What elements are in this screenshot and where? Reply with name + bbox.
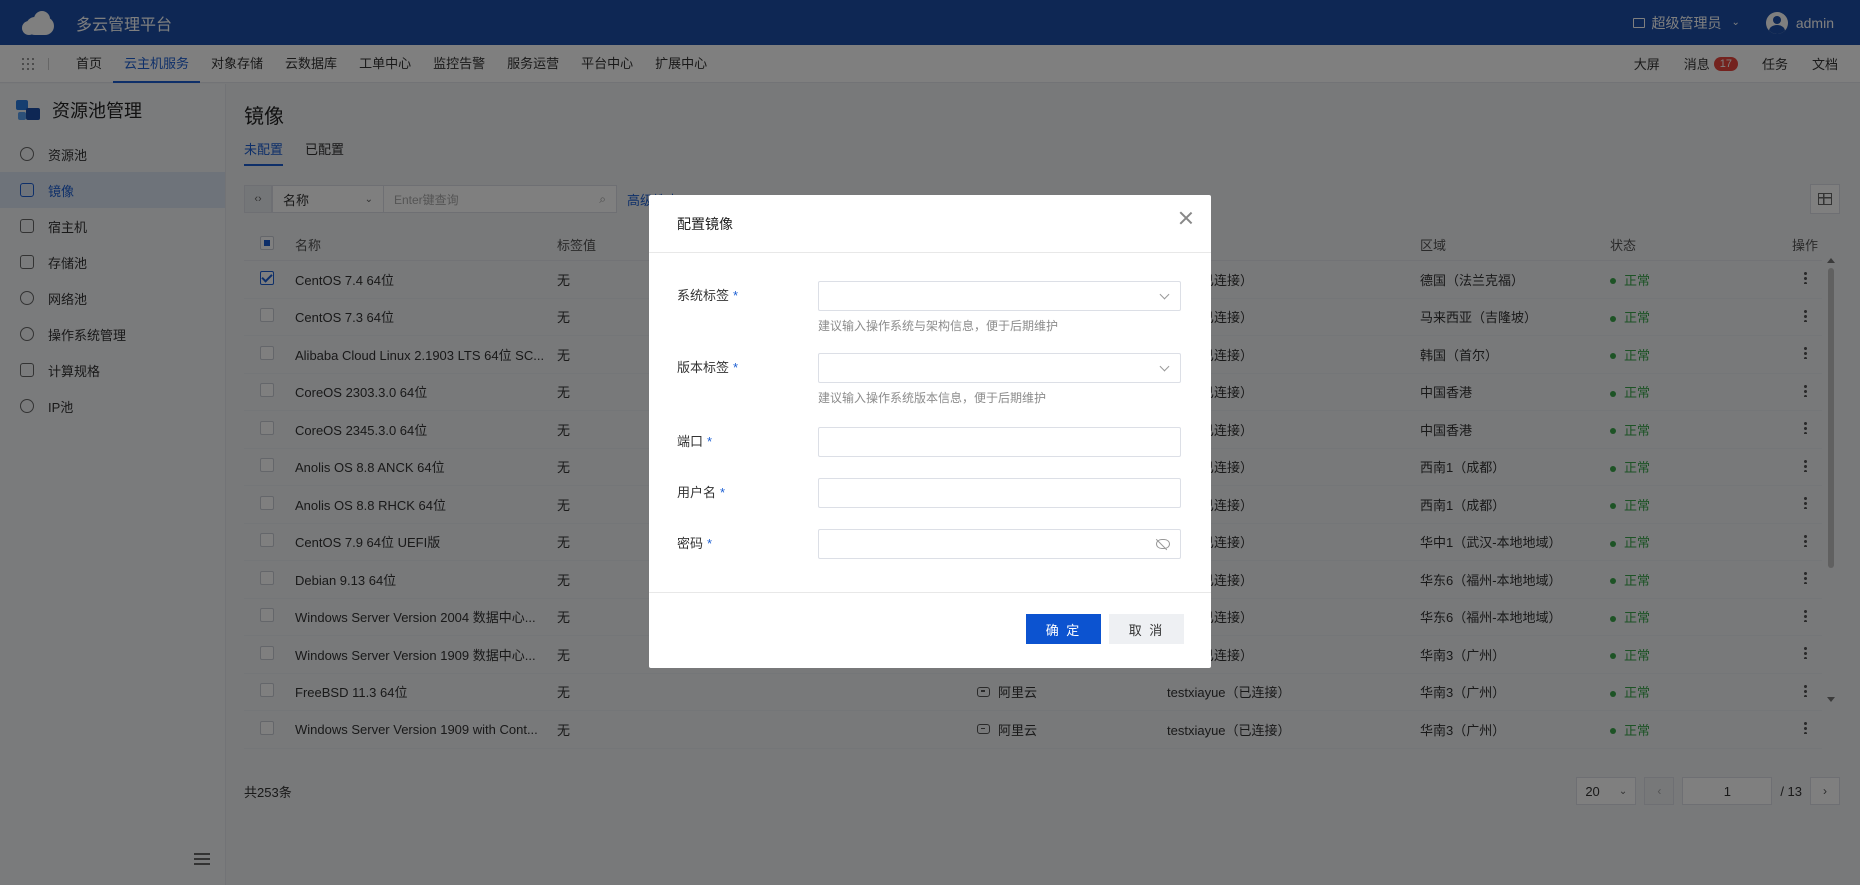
username-label: 用户名 * (677, 485, 726, 500)
os-tag-hint: 建议输入操作系统与架构信息，便于后期维护 (818, 319, 1059, 333)
password-input[interactable] (818, 529, 1181, 559)
port-label: 端口 * (677, 434, 713, 449)
dialog-title: 配置镜像 (649, 195, 1211, 253)
form-row-port: 端口 * (677, 427, 1181, 457)
form-row-username: 用户名 * (677, 478, 1181, 508)
version-tag-select[interactable] (818, 353, 1181, 383)
version-tag-label: 版本标签 * (677, 360, 739, 375)
chevron-down-icon (1159, 361, 1170, 372)
eye-off-icon[interactable] (1156, 539, 1170, 549)
form-row-password: 密码 * (677, 529, 1181, 559)
form-row-version-tag: 版本标签 * 建议输入操作系统版本信息，便于后期维护 (677, 353, 1181, 406)
os-tag-label: 系统标签 * (677, 288, 739, 303)
password-label: 密码 * (677, 536, 713, 551)
confirm-button[interactable]: 确 定 (1026, 614, 1101, 644)
cancel-button[interactable]: 取 消 (1109, 614, 1184, 644)
version-tag-hint: 建议输入操作系统版本信息，便于后期维护 (818, 391, 1047, 405)
dialog-footer: 确 定 取 消 (649, 592, 1211, 668)
chevron-down-icon (1159, 289, 1170, 300)
form-row-os-tag: 系统标签 * 建议输入操作系统与架构信息，便于后期维护 (677, 281, 1181, 334)
username-input[interactable] (818, 478, 1181, 508)
close-icon[interactable] (1179, 211, 1193, 225)
os-tag-select[interactable] (818, 281, 1181, 311)
configure-image-dialog: 配置镜像 系统标签 * 建议输入操作系统与架构信息，便于后期维护 版本标签 * 建议… (649, 195, 1211, 668)
port-input[interactable] (818, 427, 1181, 457)
